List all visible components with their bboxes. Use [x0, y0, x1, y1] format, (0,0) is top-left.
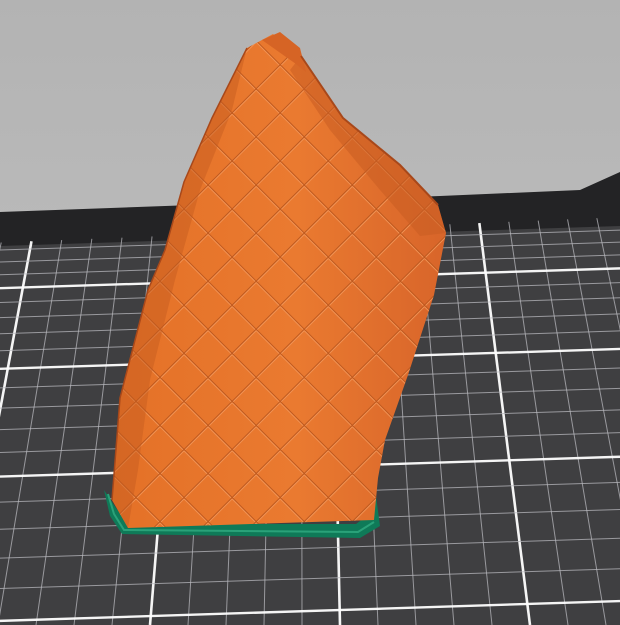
3d-viewport[interactable]: [0, 0, 620, 625]
scene-canvas[interactable]: [0, 0, 620, 625]
